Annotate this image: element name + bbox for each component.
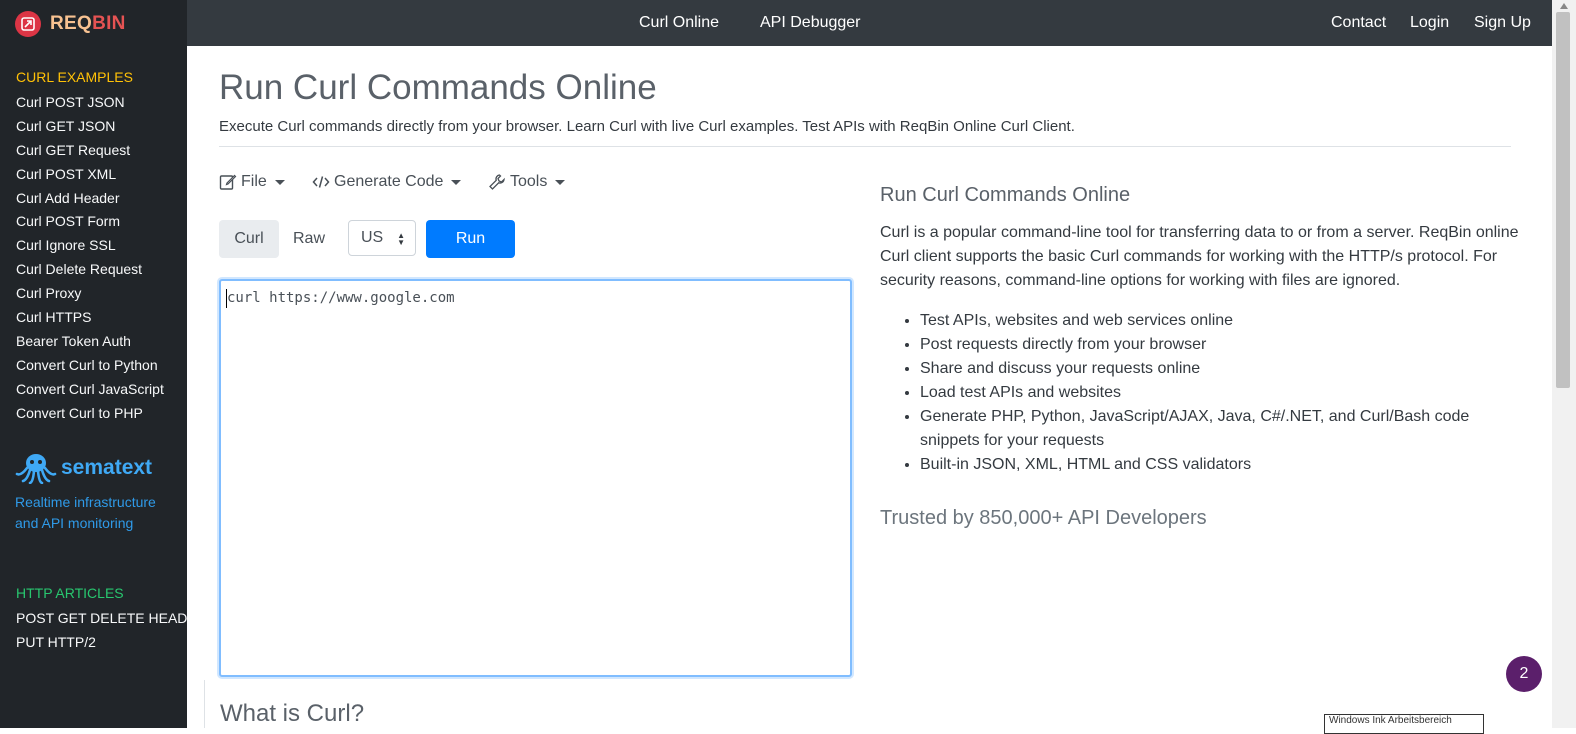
chevron-down-icon bbox=[555, 179, 566, 185]
feature-item: Load test APIs and websites bbox=[920, 381, 1520, 405]
feature-item: Built-in JSON, XML, HTML and CSS validat… bbox=[920, 453, 1520, 477]
page-subtitle: Execute Curl commands directly from your… bbox=[219, 118, 1075, 135]
trusted-by-heading: Trusted by 850,000+ API Developers bbox=[880, 507, 1207, 529]
top-navbar: Curl Online API Debugger Contact Login S… bbox=[187, 0, 1576, 46]
sidebar-item-curl-add-header[interactable]: Curl Add Header bbox=[16, 189, 164, 213]
tab-curl[interactable]: Curl bbox=[219, 220, 279, 258]
file-menu[interactable]: File bbox=[219, 173, 285, 191]
sponsor-ad[interactable]: sematext Realtime infrastructure and API… bbox=[15, 452, 175, 534]
feature-item: Share and discuss your requests online bbox=[920, 357, 1520, 381]
http-articles-list: POST GET DELETE HEAD PUT HTTP/2 bbox=[16, 609, 187, 657]
sidebar: REQBIN CURL EXAMPLES Curl POST JSON Curl… bbox=[0, 0, 187, 728]
feature-item: Generate PHP, Python, JavaScript/AJAX, J… bbox=[920, 405, 1520, 453]
scroll-up-arrow-icon[interactable] bbox=[1560, 3, 1568, 9]
sidebar-item-http-methods[interactable]: POST GET DELETE HEAD bbox=[16, 609, 187, 633]
nav-api-debugger[interactable]: API Debugger bbox=[760, 14, 861, 32]
file-menu-label: File bbox=[241, 173, 267, 190]
feature-item: Post requests directly from your browser bbox=[920, 333, 1520, 357]
what-is-curl-heading: What is Curl? bbox=[220, 700, 365, 727]
sponsor-name: sematext bbox=[61, 456, 153, 479]
sidebar-item-curl-post-json[interactable]: Curl POST JSON bbox=[16, 93, 164, 117]
curl-examples-list: Curl POST JSON Curl GET JSON Curl GET Re… bbox=[16, 93, 164, 427]
curl-command-editor[interactable]: curl https://www.google.com bbox=[219, 279, 852, 677]
sidebar-item-curl-post-form[interactable]: Curl POST Form bbox=[16, 212, 164, 236]
generate-code-label: Generate Code bbox=[334, 173, 444, 190]
divider bbox=[219, 146, 1511, 147]
sponsor-logo: sematext bbox=[15, 452, 175, 484]
sidebar-item-convert-curl-javascript[interactable]: Convert Curl JavaScript bbox=[16, 380, 164, 404]
sidebar-item-put-http2[interactable]: PUT HTTP/2 bbox=[16, 633, 187, 657]
page-title: Run Curl Commands Online bbox=[219, 68, 657, 107]
main-content: Run Curl Commands Online Execute Curl co… bbox=[187, 46, 1552, 734]
octopus-icon bbox=[15, 454, 57, 484]
code-icon bbox=[312, 176, 330, 188]
curl-command-text: curl https://www.google.com bbox=[227, 290, 455, 306]
sidebar-item-convert-curl-php[interactable]: Convert Curl to PHP bbox=[16, 404, 164, 428]
notification-badge[interactable]: 2 bbox=[1506, 656, 1542, 692]
run-button[interactable]: Run bbox=[426, 220, 515, 258]
curl-examples-heading: CURL EXAMPLES bbox=[16, 69, 133, 85]
nav-sign-up[interactable]: Sign Up bbox=[1474, 14, 1531, 32]
feature-item: Test APIs, websites and web services onl… bbox=[920, 309, 1520, 333]
brand-name: REQBIN bbox=[50, 13, 126, 34]
scrollbar-thumb[interactable] bbox=[1556, 12, 1570, 388]
chevron-down-icon bbox=[451, 179, 462, 185]
edit-file-icon bbox=[219, 174, 237, 190]
section-border bbox=[204, 680, 205, 728]
region-select[interactable]: US ▲ ▼ bbox=[348, 220, 416, 256]
info-title: Run Curl Commands Online bbox=[880, 184, 1131, 206]
tools-label: Tools bbox=[510, 173, 548, 190]
sidebar-item-bearer-token-auth[interactable]: Bearer Token Auth bbox=[16, 332, 164, 356]
generate-code-menu[interactable]: Generate Code bbox=[312, 173, 462, 191]
tools-menu[interactable]: Tools bbox=[488, 173, 566, 191]
http-articles-heading: HTTP ARTICLES bbox=[16, 585, 124, 601]
sidebar-item-curl-post-xml[interactable]: Curl POST XML bbox=[16, 165, 164, 189]
sidebar-item-curl-https[interactable]: Curl HTTPS bbox=[16, 308, 164, 332]
nav-login[interactable]: Login bbox=[1410, 14, 1449, 32]
chevron-down-icon bbox=[274, 179, 285, 185]
page-scrollbar[interactable] bbox=[1552, 0, 1576, 728]
select-arrows-icon: ▲ ▼ bbox=[397, 231, 405, 247]
sidebar-item-curl-proxy[interactable]: Curl Proxy bbox=[16, 284, 164, 308]
region-select-value: US bbox=[361, 229, 384, 246]
info-description: Curl is a popular command-line tool for … bbox=[880, 224, 1519, 289]
sidebar-item-convert-curl-python[interactable]: Convert Curl to Python bbox=[16, 356, 164, 380]
nav-curl-online[interactable]: Curl Online bbox=[639, 14, 719, 32]
sidebar-item-curl-get-request[interactable]: Curl GET Request bbox=[16, 141, 164, 165]
sidebar-item-curl-delete-request[interactable]: Curl Delete Request bbox=[16, 260, 164, 284]
sidebar-item-curl-get-json[interactable]: Curl GET JSON bbox=[16, 117, 164, 141]
wrench-icon bbox=[489, 174, 505, 190]
info-panel: Run Curl Commands Online Curl is a popul… bbox=[880, 184, 1520, 530]
reqbin-logo-icon bbox=[15, 11, 41, 37]
tab-raw[interactable]: Raw bbox=[287, 220, 331, 258]
feature-list: Test APIs, websites and web services onl… bbox=[880, 309, 1520, 477]
sponsor-tagline: Realtime infrastructure and API monitori… bbox=[15, 494, 156, 531]
windows-ink-tooltip: Windows Ink Arbeitsbereich bbox=[1324, 714, 1484, 734]
sidebar-item-curl-ignore-ssl[interactable]: Curl Ignore SSL bbox=[16, 236, 164, 260]
nav-contact[interactable]: Contact bbox=[1331, 14, 1386, 32]
brand-logo-link[interactable]: REQBIN bbox=[15, 10, 126, 38]
